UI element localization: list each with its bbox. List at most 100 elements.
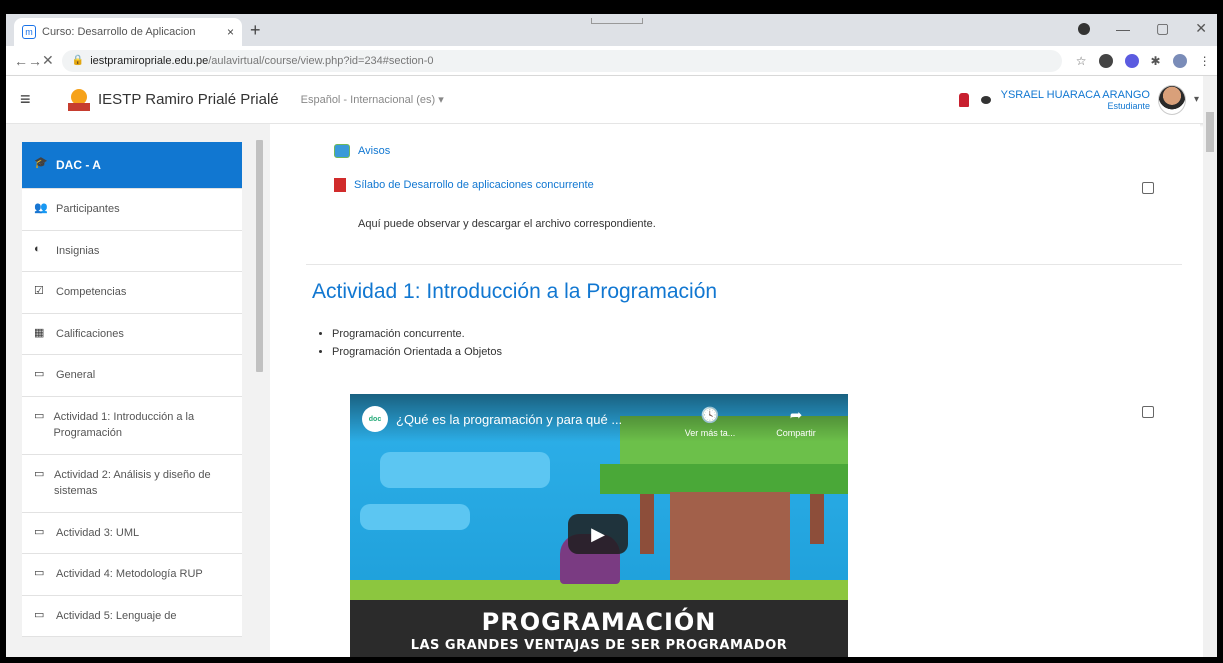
drawer-scroll-thumb[interactable] (256, 140, 263, 372)
back-icon[interactable]: ← (14, 53, 28, 69)
sidebar-item-label: Actividad 5: Lenguaje de (56, 609, 177, 622)
lock-icon: 🔒 (71, 55, 85, 66)
sidebar-item[interactable]: ▭ Actividad 2: Análisis y diseño de siste… (22, 454, 242, 513)
table-icon: ▦ (34, 326, 45, 339)
share-arrow-icon: ➦ (789, 407, 803, 424)
sidebar-item-label: Participantes (56, 203, 120, 215)
syllabus-description: Aquí puede observar y descargar el archi… (358, 218, 656, 230)
sidebar-item-label: Actividad 4: Metodología RUP (56, 568, 203, 580)
course-content: Avisos Sílabo de Desarrollo de aplicacio… (270, 124, 1200, 657)
sidebar-item[interactable]: 👥 Participantes (22, 189, 242, 231)
folder-icon: ▭ (34, 368, 45, 380)
sidebar-item[interactable]: ▭ General (22, 355, 242, 397)
watch-later-label: Ver más ta... (684, 428, 736, 438)
play-icon: ▶ (591, 523, 605, 544)
tab-close-icon[interactable]: × (227, 25, 234, 39)
star-icon[interactable]: ☆ (1076, 54, 1087, 68)
play-button[interactable]: ▶ (568, 514, 628, 554)
badge-icon: ◐ (34, 242, 41, 255)
user-role: Estudiante (1107, 100, 1150, 111)
section-divider (306, 264, 1182, 265)
notification-bell-icon[interactable] (958, 92, 969, 107)
moodle-favicon-icon: m (22, 25, 36, 39)
minimize-button[interactable]: — (1116, 21, 1130, 37)
browser-window: m Curso: Desarrollo de Aplicacion × + — … (6, 14, 1217, 657)
stop-icon[interactable]: ✕ (42, 52, 54, 69)
extensions-bar: ☆ ✱ ⋮ (1076, 53, 1211, 68)
sidebar-item[interactable]: ▭ Actividad 1: Introducción a la Programa… (22, 396, 242, 455)
logo-base (68, 102, 90, 111)
close-window-button[interactable]: ✕ (1195, 20, 1207, 37)
share-label: Compartir (776, 428, 816, 438)
avatar[interactable] (1157, 84, 1186, 115)
forum-icon (334, 144, 350, 158)
watch-later-button[interactable]: 🕓 Ver más ta... (680, 406, 740, 438)
folder-icon: ▭ (34, 409, 45, 422)
window-controls: — ▢ ✕ (1078, 20, 1207, 37)
sidebar-item-label: DAC - A (56, 158, 101, 172)
video-cloud (380, 452, 550, 488)
url-path: /aulavirtual/course/view.php?id=234#sect… (208, 54, 434, 67)
extension-icon[interactable] (1124, 53, 1139, 68)
page-scroll-thumb[interactable] (1206, 112, 1214, 152)
completion-checkbox[interactable] (1142, 406, 1154, 418)
menu-dots-icon[interactable]: ⋮ (1199, 54, 1211, 68)
sidebar-item[interactable]: ▭ Actividad 5: Lenguaje de (22, 595, 242, 637)
sidebar-item[interactable]: ▦ Calificaciones (22, 313, 242, 355)
completion-checkbox[interactable] (1142, 182, 1154, 194)
puzzle-icon[interactable]: ✱ (1151, 54, 1161, 68)
profile-icon[interactable] (1172, 53, 1187, 68)
chevron-down-icon[interactable]: ▾ (1194, 94, 1199, 105)
language-menu[interactable]: Español - Internacional (es) ▾ (301, 93, 444, 106)
graduation-cap-icon: 🎓 (34, 157, 48, 169)
sidebar-item[interactable]: ▭ Actividad 4: Metodología RUP (22, 554, 242, 596)
video-trunk (670, 492, 790, 582)
sidebar-item-label: Calificaciones (56, 327, 124, 340)
video-title[interactable]: ¿Qué es la programación y para qué ... (396, 412, 622, 427)
hamburger-menu-icon[interactable]: ≡ (20, 89, 48, 110)
sidebar-item[interactable]: ☑ Competencias (22, 272, 242, 314)
users-icon: 👥 (34, 202, 48, 214)
share-button[interactable]: ➦ Compartir (766, 406, 826, 438)
activity-forum[interactable]: Avisos (334, 144, 390, 158)
address-bar[interactable]: 🔒 iestpramiropriale.edu.pe /aulavirtual/… (61, 49, 1062, 72)
browser-tab[interactable]: m Curso: Desarrollo de Aplicacion × (14, 18, 242, 46)
user-menu[interactable]: YSRAEL HUARACA ARANGO Estudiante (1001, 89, 1150, 111)
forward-icon[interactable]: → (28, 53, 42, 69)
video-branch (810, 494, 824, 544)
folder-icon: ▭ (34, 525, 45, 538)
page-scrollbar[interactable] (1203, 76, 1217, 657)
site-name[interactable]: IESTP Ramiro Prialé Prialé (98, 91, 279, 108)
drag-handle (591, 18, 643, 24)
list-item: Programación concurrente. (332, 328, 502, 340)
messages-icon[interactable] (980, 95, 991, 104)
pdf-icon (334, 178, 346, 192)
sidebar-item-label: Actividad 2: Análisis y diseño de sistem… (54, 468, 211, 498)
tab-title: Curso: Desarrollo de Aplicacion (42, 26, 196, 38)
sidebar-item[interactable]: 🎓 DAC - A (22, 142, 242, 189)
drawer-scrollbar[interactable] (254, 134, 264, 654)
activity-syllabus[interactable]: Sílabo de Desarrollo de aplicaciones con… (334, 178, 594, 192)
youtube-embed[interactable]: doc ¿Qué es la programación y para qué .… (350, 394, 848, 657)
sidebar-item-label: Competencias (56, 286, 127, 298)
channel-avatar[interactable]: doc (362, 406, 388, 432)
tab-strip: m Curso: Desarrollo de Aplicacion × + — … (6, 14, 1217, 46)
activity-link-forum[interactable]: Avisos (358, 145, 390, 157)
activity-link-syllabus[interactable]: Sílabo de Desarrollo de aplicaciones con… (354, 179, 594, 191)
folder-icon: ▭ (34, 467, 45, 480)
sidebar-item-label: Actividad 3: UML (56, 526, 140, 539)
video-branch (640, 494, 654, 554)
list-item: Programación Orientada a Objetos (332, 346, 502, 358)
sidebar-item[interactable]: ▭ Actividad 3: UML (22, 512, 242, 554)
section-title[interactable]: Actividad 1: Introducción a la Programac… (312, 280, 717, 304)
section-summary-list: Programación concurrente. Programación O… (322, 328, 502, 364)
drawer-list: 🎓 DAC - A 👥 Participantes ◐ Insignias ☑ Compete… (22, 142, 242, 637)
banner-subtitle: LAS GRANDES VENTAJAS DE SER PROGRAMADOR (410, 638, 788, 653)
extension-icon[interactable] (1098, 53, 1113, 68)
url-host: iestpramiropriale.edu.pe (90, 54, 209, 67)
new-tab-button[interactable]: + (250, 20, 261, 41)
site-logo[interactable] (66, 87, 92, 113)
sidebar-item[interactable]: ◐ Insignias (22, 230, 242, 272)
sidebar-item-label: Actividad 1: Introducción a la Programac… (53, 410, 195, 440)
maximize-button[interactable]: ▢ (1156, 20, 1169, 37)
